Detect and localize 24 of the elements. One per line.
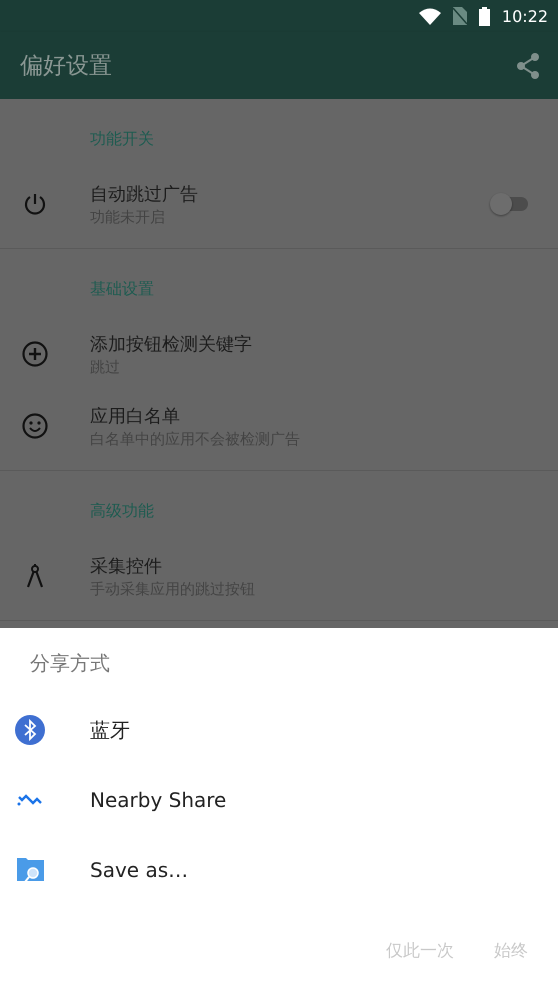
power-icon [23,192,47,216]
share-target[interactable]: 蓝牙 [0,695,558,765]
setting-title: 应用白名单 [90,404,181,428]
smiley-icon [22,413,48,439]
app-title: 偏好设置 [20,52,112,81]
battery-icon [478,6,490,26]
section-header: 基础设置 [90,279,155,300]
sheet-title: 分享方式 [29,650,111,677]
compass-icon [27,564,43,588]
add-circle-icon [22,341,48,367]
nearby-icon [17,794,43,806]
bluetooth-icon [15,715,45,745]
status-time: 10:22 [502,6,548,26]
share-target[interactable]: Save as… [0,835,558,905]
section-header: 功能开关 [90,129,155,150]
setting-title: 自动跳过广告 [90,182,199,206]
share-icon[interactable] [516,52,540,78]
folder-search-icon [16,856,44,884]
setting-title: 采集控件 [90,554,163,578]
section-header: 高级功能 [90,501,155,522]
no-sim-icon [452,7,467,25]
wifi-icon [418,8,441,24]
setting-title: 添加按钮检测关键字 [90,332,253,356]
share-target[interactable]: Nearby Share [0,765,558,835]
